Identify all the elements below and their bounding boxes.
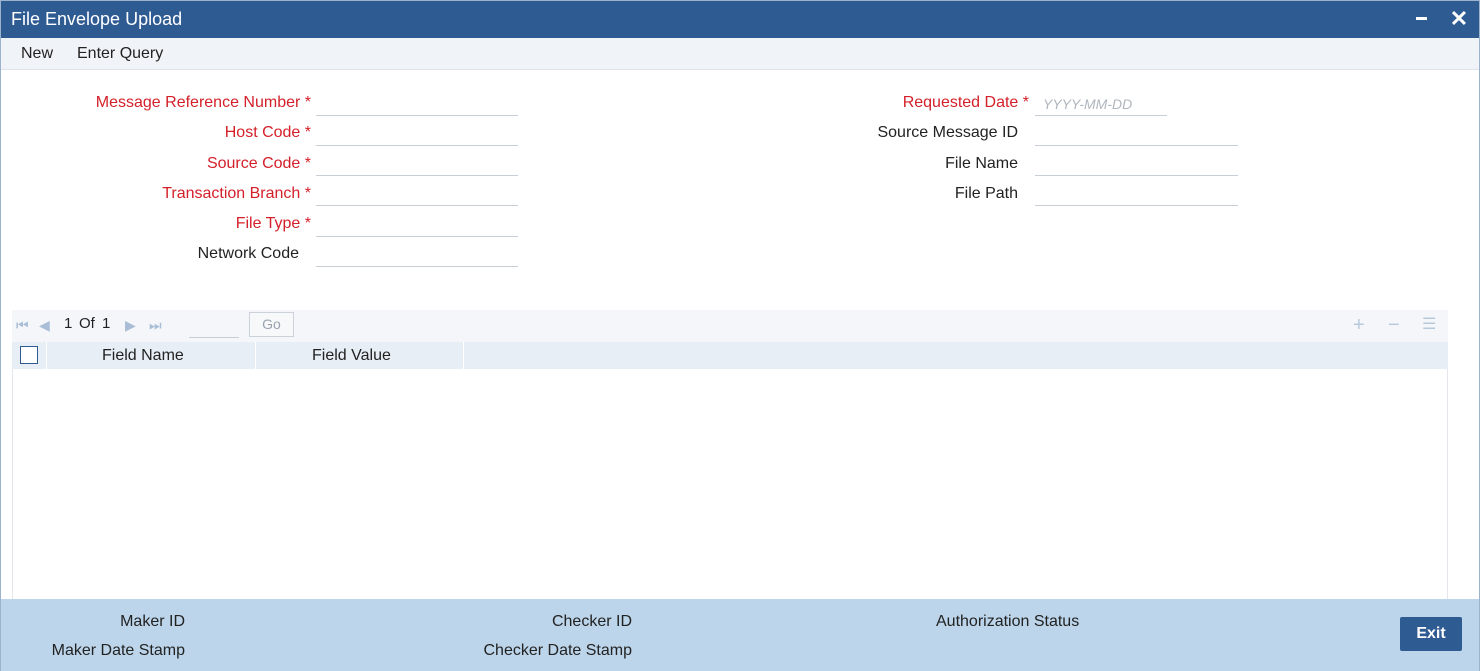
file-name-label: File Name bbox=[945, 155, 1018, 172]
source-code-label: Source Code * bbox=[206, 155, 311, 172]
network-code-input[interactable] bbox=[316, 243, 518, 267]
page-number-input[interactable] bbox=[189, 314, 239, 338]
last-page-icon[interactable]: ⏭ bbox=[149, 317, 162, 334]
file-path-input[interactable] bbox=[1035, 182, 1238, 206]
transaction-branch-label: Transaction Branch * bbox=[162, 185, 311, 202]
source-message-id-input[interactable] bbox=[1035, 122, 1238, 146]
transaction-branch-input[interactable] bbox=[316, 182, 518, 206]
checker-date-stamp-label: Checker Date Stamp bbox=[483, 642, 632, 659]
next-page-icon[interactable]: ▶ bbox=[125, 317, 136, 334]
file-name-input[interactable] bbox=[1035, 152, 1238, 176]
requested-date-input[interactable] bbox=[1035, 92, 1167, 116]
network-code-label: Network Code bbox=[197, 245, 299, 262]
grid-body bbox=[12, 369, 1448, 599]
maker-id-label: Maker ID bbox=[120, 613, 185, 630]
message-reference-number-label: Message Reference Number * bbox=[95, 94, 311, 111]
file-path-label: File Path bbox=[954, 185, 1018, 202]
authorization-status-label: Authorization Status bbox=[936, 613, 1080, 630]
exit-button[interactable]: Exit bbox=[1400, 617, 1462, 651]
grid-pagination-toolbar: ⏮ ◀ 1 Of 1 ▶ ⏭ Go + − ☰ bbox=[12, 310, 1448, 342]
go-button[interactable]: Go bbox=[249, 312, 294, 337]
source-code-input[interactable] bbox=[316, 152, 518, 176]
close-icon[interactable]: ✕ bbox=[1445, 5, 1473, 33]
column-separator bbox=[46, 342, 47, 369]
host-code-label: Host Code * bbox=[224, 124, 311, 141]
delete-row-icon[interactable]: − bbox=[1388, 313, 1400, 337]
add-row-icon[interactable]: + bbox=[1353, 313, 1365, 337]
single-view-icon[interactable]: ☰ bbox=[1422, 313, 1436, 337]
checker-id-label: Checker ID bbox=[551, 613, 632, 630]
file-envelope-upload-window: File Envelope Upload ✕ New Enter Query M… bbox=[0, 0, 1480, 671]
total-pages: 1 bbox=[102, 315, 111, 332]
column-separator bbox=[463, 342, 464, 369]
menu-bar: New Enter Query bbox=[1, 38, 1479, 70]
previous-page-icon[interactable]: ◀ bbox=[39, 317, 50, 334]
grid-header-row: Field Name Field Value bbox=[12, 342, 1448, 369]
column-separator bbox=[255, 342, 256, 369]
window-title: File Envelope Upload bbox=[11, 9, 183, 29]
file-type-input[interactable] bbox=[316, 213, 518, 237]
minimize-icon[interactable] bbox=[1407, 5, 1435, 33]
source-message-id-label: Source Message ID bbox=[877, 124, 1018, 141]
column-header-field-name[interactable]: Field Name bbox=[102, 347, 184, 365]
current-page: 1 bbox=[64, 315, 73, 332]
menu-item-new[interactable]: New bbox=[21, 45, 53, 63]
select-all-checkbox[interactable] bbox=[20, 346, 38, 364]
column-header-field-value[interactable]: Field Value bbox=[312, 347, 391, 365]
message-reference-number-input[interactable] bbox=[316, 92, 518, 116]
title-bar: File Envelope Upload ✕ bbox=[1, 1, 1479, 38]
of-label: Of bbox=[79, 315, 95, 332]
first-page-icon[interactable]: ⏮ bbox=[16, 317, 29, 334]
maker-date-stamp-label: Maker Date Stamp bbox=[51, 642, 185, 659]
file-type-label: File Type * bbox=[235, 215, 311, 232]
audit-footer: Maker ID Maker Date Stamp Checker ID Che… bbox=[1, 599, 1479, 671]
requested-date-label: Requested Date * bbox=[902, 94, 1029, 111]
host-code-input[interactable] bbox=[316, 122, 518, 146]
menu-item-enter-query[interactable]: Enter Query bbox=[77, 45, 163, 63]
